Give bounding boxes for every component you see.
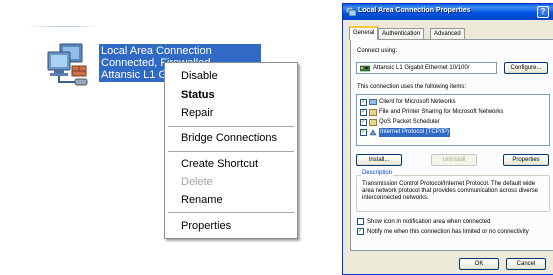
protocol-icon [369, 129, 377, 136]
description-text: Transmission Control Protocol/Internet P… [362, 181, 539, 201]
description-label: Description [361, 170, 394, 176]
component-label: File and Printer Sharing for Microsoft N… [379, 109, 504, 115]
properties-button[interactable]: Properties [503, 154, 549, 166]
adapter-name: Attansic L1 Gigabit Ethernet 10/100/ [373, 65, 470, 71]
network-connection-icon [346, 7, 356, 16]
menu-separator [168, 151, 294, 152]
checkbox-box[interactable] [357, 218, 364, 225]
title-bar[interactable]: Local Area Connection Properties ? [343, 4, 553, 20]
configure-button[interactable]: Configure... [504, 62, 548, 74]
service-icon [369, 109, 377, 116]
menu-item-bridge-connections[interactable]: Bridge Connections [181, 130, 277, 146]
menu-item-disable[interactable]: Disable [181, 68, 218, 84]
connect-using-label: Connect using: [357, 48, 398, 54]
menu-item-create-shortcut[interactable]: Create Shortcut [181, 156, 258, 172]
component-label: Client for Microsoft Networks [379, 99, 456, 105]
adapter-field: Attansic L1 Gigabit Ethernet 10/100/ [356, 62, 497, 74]
menu-item-rename[interactable]: Rename [181, 192, 223, 208]
components-list[interactable]: ✓ Client for Microsoft Networks ✓ File a… [356, 94, 550, 146]
uninstall-button[interactable]: Uninstall [431, 154, 477, 166]
connection-name: Local Area Connection [101, 45, 212, 57]
network-connection-icon[interactable] [42, 42, 98, 92]
service-icon [369, 119, 377, 126]
network-adapter-icon [360, 65, 370, 72]
notify-label: Notify me when this connection has limit… [367, 229, 529, 235]
menu-separator [168, 212, 294, 213]
menu-item-delete[interactable]: Delete [181, 174, 213, 190]
component-checkbox[interactable]: ✓ [360, 109, 367, 116]
context-menu: Disable Status Repair Bridge Connections… [164, 62, 298, 239]
properties-dialog: Local Area Connection Properties ? Gener… [342, 3, 553, 275]
dialog-title: Local Area Connection Properties [358, 7, 471, 14]
tab-authentication[interactable]: Authentication [378, 28, 425, 39]
checkbox-box[interactable]: ✓ [357, 228, 364, 235]
menu-item-properties[interactable]: Properties [181, 218, 231, 234]
menu-separator [168, 126, 294, 127]
cancel-button[interactable]: Cancel [506, 258, 546, 270]
tab-advanced[interactable]: Advanced [430, 28, 465, 39]
component-label: Internet Protocol (TCP/IP) [379, 128, 451, 137]
install-button[interactable]: Install... [356, 154, 402, 166]
component-checkbox[interactable]: ✓ [360, 129, 367, 136]
component-label: QoS Packet Scheduler [379, 119, 440, 125]
component-checkbox[interactable]: ✓ [360, 119, 367, 126]
menu-item-status[interactable]: Status [181, 87, 215, 103]
help-button[interactable]: ? [537, 6, 549, 18]
menu-item-repair[interactable]: Repair [181, 105, 213, 121]
ok-button[interactable]: OK [459, 258, 499, 270]
tab-general[interactable]: General [349, 26, 379, 40]
show-icon-label: Show icon in notification area when conn… [367, 219, 491, 225]
divider-line [28, 26, 96, 27]
components-label: This connection uses the following items… [357, 84, 467, 90]
client-icon [369, 99, 377, 105]
component-checkbox[interactable]: ✓ [360, 99, 367, 106]
